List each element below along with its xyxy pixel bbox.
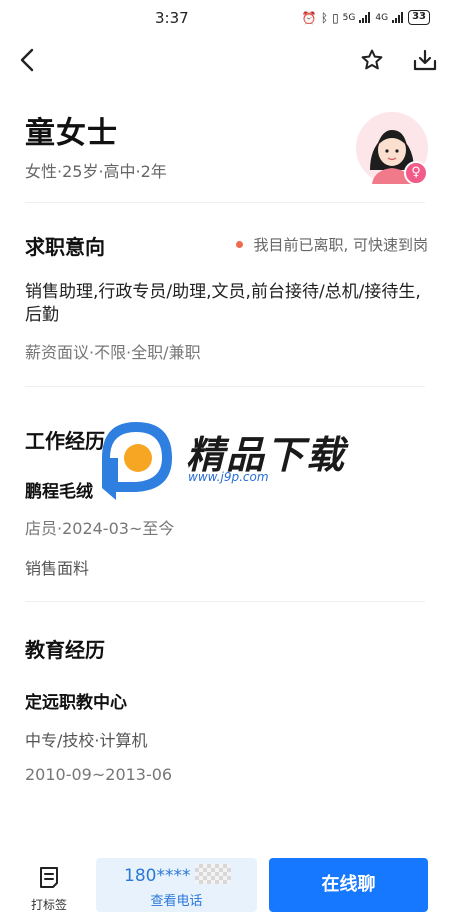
divider bbox=[25, 386, 425, 387]
network-4g-label: 4G bbox=[375, 12, 389, 23]
job-status-note: 我目前已离职, 可快速到岗 bbox=[236, 234, 428, 255]
education-title: 教育经历 bbox=[25, 638, 105, 662]
view-phone-label: 查看电话 bbox=[150, 894, 203, 909]
tag-icon bbox=[40, 867, 58, 888]
watermark: 精品下载 www.j9p.com bbox=[96, 418, 356, 500]
tag-button[interactable]: 打标签 bbox=[22, 862, 76, 914]
network-5g-label: 5G bbox=[342, 12, 356, 23]
work-experience-title: 工作经历 bbox=[25, 429, 105, 453]
signal-icon-2 bbox=[392, 12, 404, 23]
download-icon[interactable] bbox=[412, 48, 438, 72]
education-period: 2010-09~2013-06 bbox=[25, 765, 173, 784]
education-school: 定远职教中心 bbox=[25, 693, 127, 713]
star-icon[interactable] bbox=[360, 48, 384, 72]
vibrate-icon: ▯ bbox=[332, 10, 339, 25]
job-intent-title: 求职意向 bbox=[25, 235, 105, 259]
status-time: 3:37 bbox=[155, 9, 189, 27]
status-icons: ⏰ ᛒ ▯ 5G 4G 33 bbox=[302, 10, 430, 25]
female-icon: ♀ bbox=[404, 161, 428, 185]
watermark-logo-icon bbox=[102, 422, 172, 500]
candidate-meta: 女性·25岁·高中·2年 bbox=[25, 162, 167, 181]
divider bbox=[25, 202, 425, 203]
job-intent-details: 薪资面议·不限·全职/兼职 bbox=[25, 343, 201, 362]
work-description: 销售面料 bbox=[25, 559, 90, 578]
candidate-name: 童女士 bbox=[25, 116, 118, 151]
view-phone-button[interactable]: 180**** 查看电话 bbox=[96, 858, 257, 912]
tag-label: 打标签 bbox=[30, 898, 67, 912]
education-degree-major: 中专/技校·计算机 bbox=[25, 731, 148, 750]
battery-icon: 33 bbox=[408, 10, 430, 25]
alarm-icon: ⏰ bbox=[301, 10, 317, 25]
job-status-text: 我目前已离职, 可快速到岗 bbox=[253, 236, 428, 254]
phone-mask-icon bbox=[195, 864, 231, 884]
work-role-period: 店员·2024-03~至今 bbox=[25, 519, 175, 538]
back-icon[interactable] bbox=[16, 46, 40, 74]
bluetooth-icon: ᛒ bbox=[320, 10, 329, 25]
online-chat-button[interactable]: 在线聊 bbox=[269, 858, 428, 912]
phone-number: 180**** bbox=[124, 866, 191, 886]
status-dot-icon bbox=[236, 241, 244, 248]
work-company: 鹏程毛绒 bbox=[25, 482, 93, 502]
status-bar: 3:37 ⏰ ᛒ ▯ 5G 4G 33 bbox=[0, 0, 450, 36]
signal-icon bbox=[359, 12, 371, 23]
desired-positions: 销售助理,行政专员/助理,文员,前台接待/总机/接待生,后勤 bbox=[25, 282, 421, 325]
divider bbox=[25, 601, 425, 602]
watermark-url: www.j9p.com bbox=[188, 470, 269, 484]
